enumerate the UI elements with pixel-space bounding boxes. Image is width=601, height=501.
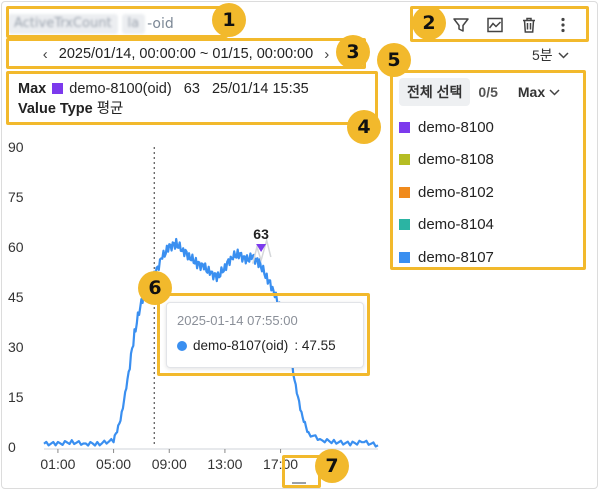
peak-label: 63	[253, 226, 269, 242]
y-tick-label: 60	[8, 239, 24, 255]
y-tick-label: 45	[8, 289, 24, 305]
callout-box-1	[6, 6, 228, 38]
callout-box-5	[390, 70, 586, 270]
x-tick-label: 09:00	[152, 456, 187, 472]
y-tick-label: 75	[8, 189, 24, 205]
y-tick-label: 15	[8, 389, 24, 405]
callout-box-3	[6, 38, 366, 69]
interval-dropdown[interactable]: 5분	[532, 45, 569, 65]
x-tick-label: 01:00	[40, 456, 75, 472]
x-tick-label: 05:00	[96, 456, 131, 472]
callout-badge-1: 1	[212, 3, 246, 37]
x-tick-label: 13:00	[207, 456, 242, 472]
callout-badge-4: 4	[347, 110, 381, 144]
interval-label: 5분	[532, 47, 553, 63]
y-tick-label: 30	[8, 339, 24, 355]
callout-badge-5: 5	[377, 43, 411, 77]
callout-badge-7: 7	[315, 449, 349, 483]
callout-box-4	[6, 71, 378, 125]
callout-box-6	[157, 293, 370, 376]
x-axis: 01:00 05:00 09:00 13:00 17:00	[40, 449, 298, 472]
y-tick-label: 0	[8, 439, 16, 455]
chevron-down-icon	[558, 51, 569, 59]
callout-badge-2: 2	[412, 6, 446, 40]
y-tick-label: 90	[8, 139, 24, 155]
callout-badge-6: 6	[138, 271, 172, 305]
callout-badge-3: 3	[336, 35, 370, 69]
